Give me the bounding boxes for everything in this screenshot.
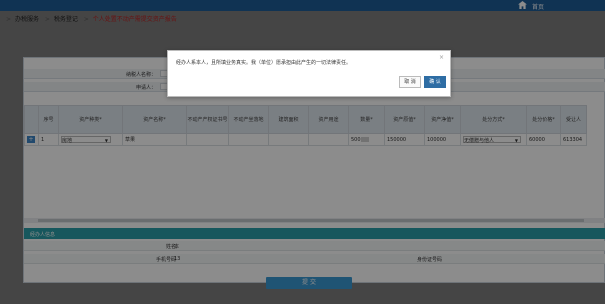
dialog-message: 经办人系本人，且所填业务真实。我（单位）愿承担由此产生的一切法律责任。 — [176, 60, 352, 66]
close-icon[interactable]: × — [439, 54, 444, 61]
confirm-dialog: × 经办人系本人，且所填业务真实。我（单位）愿承担由此产生的一切法律责任。 取 … — [167, 50, 451, 97]
modal-overlay — [0, 0, 605, 304]
confirm-button[interactable]: 确 认 — [424, 76, 446, 88]
cancel-button[interactable]: 取 消 — [399, 76, 421, 88]
